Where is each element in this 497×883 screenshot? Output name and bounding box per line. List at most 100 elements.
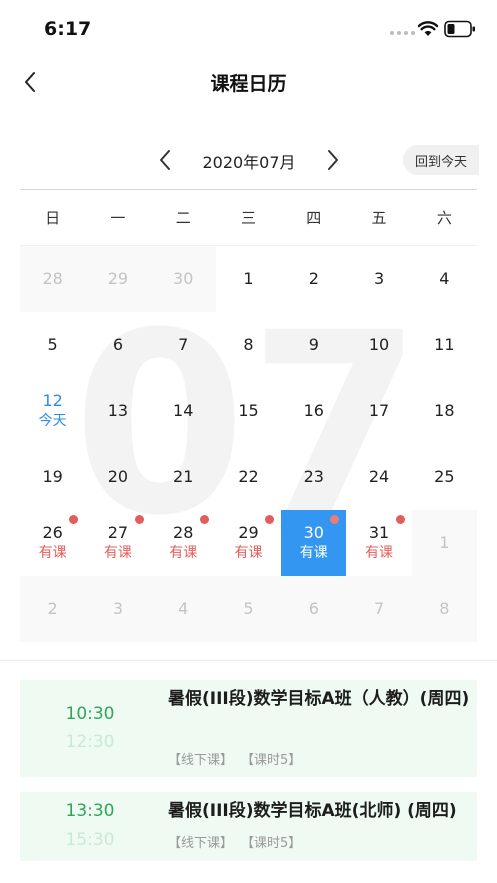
calendar-day[interactable]: 1 [411, 510, 477, 576]
day-number: 8 [439, 599, 450, 619]
has-class-label: 有课 [169, 545, 198, 562]
chevron-left-icon [160, 150, 170, 170]
day-number: 14 [173, 401, 194, 421]
calendar-day[interactable]: 21 [151, 444, 216, 510]
calendar-grid: 28 29 30 1 2 3 4 5 6 7 8 9 10 11 12 今天 13 14 15 16 17 18 19 20 2… [20, 246, 477, 642]
calendar-day[interactable]: 3 [85, 576, 151, 642]
day-number: 19 [42, 467, 63, 487]
course-card[interactable]: 10:30 12:30 暑假(III段)数学目标A班（人教）(周四) 【线下课】… [20, 680, 477, 777]
day-number: 21 [173, 467, 194, 487]
calendar-day[interactable]: 13 [85, 378, 150, 444]
calendar-day[interactable]: 30 [150, 246, 216, 312]
day-number: 20 [107, 467, 129, 487]
event-dot-icon [330, 515, 340, 524]
day-number: 30 [303, 522, 324, 542]
calendar-day[interactable]: 27 有课 [85, 510, 150, 576]
day-number: 16 [303, 401, 324, 421]
day-number: 29 [238, 522, 259, 542]
calendar-day[interactable]: 28 [20, 246, 86, 312]
weekday-sat: 六 [436, 209, 452, 227]
course-card[interactable]: 13:30 15:30 暑假(III段)数学目标A班(北师) (周四) 【线下课… [20, 792, 477, 861]
course-end-time: 15:30 [65, 830, 115, 850]
day-number: 25 [434, 467, 455, 487]
weekday-header: 日 一 二 三 四 五 六 [20, 190, 477, 246]
calendar-day[interactable]: 28 有课 [151, 510, 216, 576]
calendar-day[interactable]: 29 [85, 246, 151, 312]
calendar-day[interactable]: 17 [346, 378, 411, 444]
calendar-day[interactable]: 8 [216, 312, 281, 378]
day-number: 15 [238, 401, 259, 421]
prev-month-button[interactable] [150, 144, 180, 176]
has-class-label: 有课 [234, 545, 263, 562]
wifi-icon [418, 21, 438, 36]
calendar-day[interactable]: 16 [281, 378, 346, 444]
calendar-day[interactable]: 6 [281, 576, 347, 642]
calendar-day[interactable]: 9 [281, 312, 346, 378]
course-tags: 【线下课】 【课时5】 [168, 832, 301, 851]
status-bar: 6:17 [0, 0, 497, 56]
today-label: 今天 [38, 413, 67, 430]
calendar-day[interactable]: 18 [412, 378, 477, 444]
calendar-day[interactable]: 24 [346, 444, 411, 510]
course-tags: 【线下课】 【课时5】 [168, 749, 301, 768]
calendar-day[interactable]: 15 [216, 378, 281, 444]
calendar-day[interactable]: 14 [151, 378, 216, 444]
event-dot-icon [395, 515, 405, 524]
day-number: 6 [112, 335, 124, 355]
calendar-day[interactable]: 3 [346, 246, 411, 312]
calendar-day[interactable]: 22 [216, 444, 281, 510]
calendar-day-selected[interactable]: 30 有课 [281, 510, 347, 576]
calendar-day-today[interactable]: 12 今天 [20, 378, 85, 444]
calendar-day[interactable]: 10 [346, 312, 411, 378]
course-end-time: 12:30 [65, 732, 115, 752]
calendar-day[interactable]: 5 [215, 576, 282, 642]
day-number: 31 [368, 522, 390, 542]
day-number: 30 [173, 269, 194, 289]
weekday-sun: 日 [45, 209, 61, 227]
calendar-day[interactable]: 19 [20, 444, 85, 510]
day-number: 12 [42, 390, 63, 410]
calendar-day[interactable]: 7 [151, 312, 216, 378]
course-title: 暑假(III段)数学目标A班（人教）(周四) [168, 689, 470, 709]
calendar-day[interactable]: 5 [20, 312, 85, 378]
day-number: 3 [112, 599, 124, 619]
back-to-today-button[interactable]: 回到今天 [403, 145, 479, 175]
status-time: 6:17 [44, 18, 92, 40]
course-tag-hours: 【课时5】 [241, 836, 302, 851]
course-start-time: 13:30 [65, 801, 115, 821]
day-number: 11 [434, 335, 455, 355]
day-number: 22 [238, 467, 259, 487]
calendar-day[interactable]: 6 [85, 312, 150, 378]
has-class-label: 有课 [103, 545, 132, 562]
calendar-day[interactable]: 1 [216, 246, 281, 312]
calendar-day[interactable]: 23 [281, 444, 346, 510]
day-number: 17 [368, 401, 390, 421]
day-number: 10 [368, 335, 390, 355]
day-number: 1 [439, 533, 450, 553]
day-number: 24 [368, 467, 390, 487]
day-number: 4 [178, 599, 189, 619]
calendar-day[interactable]: 2 [281, 246, 346, 312]
calendar-day[interactable]: 4 [412, 246, 477, 312]
calendar-day[interactable]: 25 [412, 444, 477, 510]
day-number: 6 [308, 599, 319, 619]
calendar-day[interactable]: 20 [85, 444, 150, 510]
calendar-day[interactable]: 29 有课 [216, 510, 281, 576]
next-month-button[interactable] [318, 144, 348, 176]
day-number: 7 [373, 599, 385, 619]
event-dot-icon [199, 515, 209, 524]
day-number: 7 [178, 335, 189, 355]
weekday-wed: 三 [240, 209, 256, 227]
calendar-day[interactable]: 4 [150, 576, 216, 642]
calendar-day[interactable]: 26 有课 [20, 510, 85, 576]
day-number: 2 [47, 599, 58, 619]
event-dot-icon [134, 515, 144, 524]
calendar-day[interactable]: 8 [411, 576, 477, 642]
page-title: 课程日历 [210, 73, 287, 95]
calendar-day[interactable]: 31 有课 [346, 510, 411, 576]
calendar-day[interactable]: 7 [346, 576, 412, 642]
calendar-day[interactable]: 2 [20, 576, 86, 642]
day-number: 9 [308, 335, 319, 355]
calendar-day[interactable]: 11 [412, 312, 477, 378]
day-number: 2 [308, 269, 319, 289]
